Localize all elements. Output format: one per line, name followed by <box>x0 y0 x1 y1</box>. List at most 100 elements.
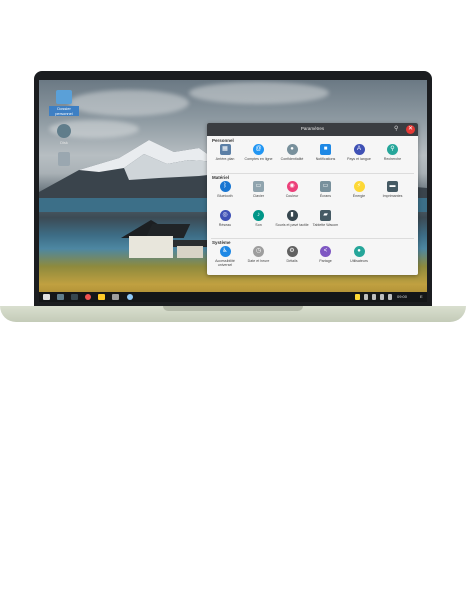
tablet-icon: ▰ <box>320 210 331 221</box>
disk-icon <box>57 124 71 138</box>
section-title-hardware: Matériel <box>212 175 230 180</box>
app-label: Énergie <box>352 194 366 198</box>
mouse-icon: ▮ <box>286 210 298 221</box>
app-mouse[interactable]: ▮ Souris et pavé tactile <box>275 210 309 227</box>
section-title-system: Système <box>212 240 231 245</box>
trash-icon <box>58 152 70 166</box>
desktop-icon-home[interactable]: Dossier personnel <box>49 90 79 116</box>
volume-icon[interactable] <box>380 294 384 300</box>
app-label: Imprimantes <box>382 194 403 198</box>
close-icon[interactable]: ✕ <box>406 125 415 134</box>
shed <box>177 246 203 258</box>
desktop-icon-trash[interactable] <box>49 152 79 166</box>
app-printer[interactable]: ▬ Imprimantes <box>376 181 410 198</box>
app-power[interactable]: ⚡ Énergie <box>342 181 376 198</box>
app-label: Détails <box>286 259 298 263</box>
app-user[interactable]: ● Utilisateurs <box>342 246 376 263</box>
clock-icon: ◷ <box>253 246 264 257</box>
app-search[interactable]: ⚲ Recherche <box>376 144 410 161</box>
app-network[interactable]: ◎ Réseau <box>208 210 242 227</box>
share-icon: < <box>320 246 331 257</box>
notification-icon[interactable] <box>355 294 360 300</box>
app-label: Son <box>255 223 262 227</box>
app-label: Clavier <box>252 194 265 198</box>
app-language[interactable]: A Pays et langue <box>342 144 376 161</box>
search-icon: ⚲ <box>387 144 398 155</box>
app-tablet[interactable]: ▰ Tablette Wacom <box>309 210 343 227</box>
network-tray-icon[interactable] <box>364 294 368 300</box>
bluetooth-icon: ᛒ <box>219 181 231 192</box>
app-share[interactable]: < Partage <box>309 246 343 263</box>
app-label: Notifications <box>315 157 336 161</box>
app-privacy[interactable]: ● Confidentialité <box>275 144 309 161</box>
at-icon: @ <box>253 144 264 155</box>
printer-icon: ▬ <box>387 181 398 192</box>
app-display[interactable]: ▭ Écrans <box>309 181 343 198</box>
app-label: Comptes en ligne <box>244 157 273 161</box>
accessibility-icon: ♿ <box>219 246 231 257</box>
bluetooth-tray-icon[interactable] <box>372 294 376 300</box>
divider <box>211 238 414 239</box>
house <box>129 236 173 258</box>
desktop-icon-label: Dossier personnel <box>49 106 79 116</box>
app-label: Arrière-plan <box>215 157 235 161</box>
screen: Dossier personnel Disk Paramètres ⚲ ✕ Pe… <box>39 80 427 302</box>
app-wallpaper[interactable]: ▦ Arrière-plan <box>208 144 242 161</box>
display-icon: ▭ <box>320 181 331 192</box>
app-label: Pays et langue <box>347 157 371 161</box>
app-at[interactable]: @ Comptes en ligne <box>242 144 276 161</box>
search-icon[interactable]: ⚲ <box>394 126 400 132</box>
app-label: Confidentialité <box>280 157 304 161</box>
app-label: Écrans <box>319 194 332 198</box>
app-label: Date et heure <box>247 259 270 263</box>
notifications-icon: ■ <box>320 144 331 155</box>
files-icon[interactable] <box>57 294 64 300</box>
home-folder-icon <box>56 90 72 104</box>
app-label: Partage <box>319 259 332 263</box>
desktop-icon-label: Disk <box>60 140 68 145</box>
folder-icon[interactable] <box>98 294 105 300</box>
app-keyboard[interactable]: ▭ Clavier <box>242 181 276 198</box>
app-gear[interactable]: ⚙ Détails <box>275 246 309 263</box>
color-icon: ◉ <box>286 181 298 192</box>
app-label: Utilisateurs <box>350 259 368 263</box>
terminal-icon[interactable] <box>71 294 78 300</box>
app-color[interactable]: ◉ Couleur <box>275 181 309 198</box>
battery-icon[interactable] <box>388 294 392 300</box>
language-icon: A <box>353 144 365 155</box>
power-icon: ⚡ <box>353 181 365 192</box>
app-label: Accessibilité universel <box>215 259 235 268</box>
app-label: Souris et pavé tactile <box>275 223 309 227</box>
menu-icon[interactable] <box>43 294 50 300</box>
app-label: Recherche <box>383 157 402 161</box>
app-clock[interactable]: ◷ Date et heure <box>242 246 276 263</box>
app-bluetooth[interactable]: ᛒ Bluetooth <box>208 181 242 198</box>
app-label: Réseau <box>218 223 232 227</box>
clock[interactable]: 09:00 <box>397 294 407 300</box>
section-title-personal: Personnel <box>212 138 234 143</box>
divider <box>211 173 414 174</box>
app-label: Tablette Wacom <box>312 223 339 227</box>
launcher-title: Paramètres <box>300 126 325 131</box>
wallpaper-icon: ▦ <box>219 144 231 155</box>
keyboard-icon: ▭ <box>253 181 264 192</box>
taskbar: 09:00 E <box>39 292 427 302</box>
network-icon: ◎ <box>219 210 231 221</box>
laptop-notch <box>163 306 303 311</box>
app-accessibility[interactable]: ♿ Accessibilité universel <box>208 246 242 267</box>
app-label: Couleur <box>285 194 299 198</box>
laptop-base <box>0 306 466 322</box>
desktop-icon-disk[interactable]: Disk <box>49 124 79 145</box>
app-sound[interactable]: ♪ Son <box>242 210 276 227</box>
privacy-icon: ● <box>286 144 298 155</box>
settings-launcher: Paramètres ⚲ ✕ Personnel ▦ Arrière-plan @ C… <box>207 123 418 275</box>
app-icon[interactable] <box>112 294 119 300</box>
gear-icon: ⚙ <box>286 246 298 257</box>
settings-icon[interactable] <box>127 294 133 300</box>
user-icon: ● <box>353 246 365 257</box>
browser-icon[interactable] <box>85 294 91 300</box>
battery-label: E <box>420 294 423 299</box>
app-notifications[interactable]: ■ Notifications <box>309 144 343 161</box>
launcher-header: Paramètres ⚲ ✕ <box>207 123 418 136</box>
sound-icon: ♪ <box>253 210 264 221</box>
